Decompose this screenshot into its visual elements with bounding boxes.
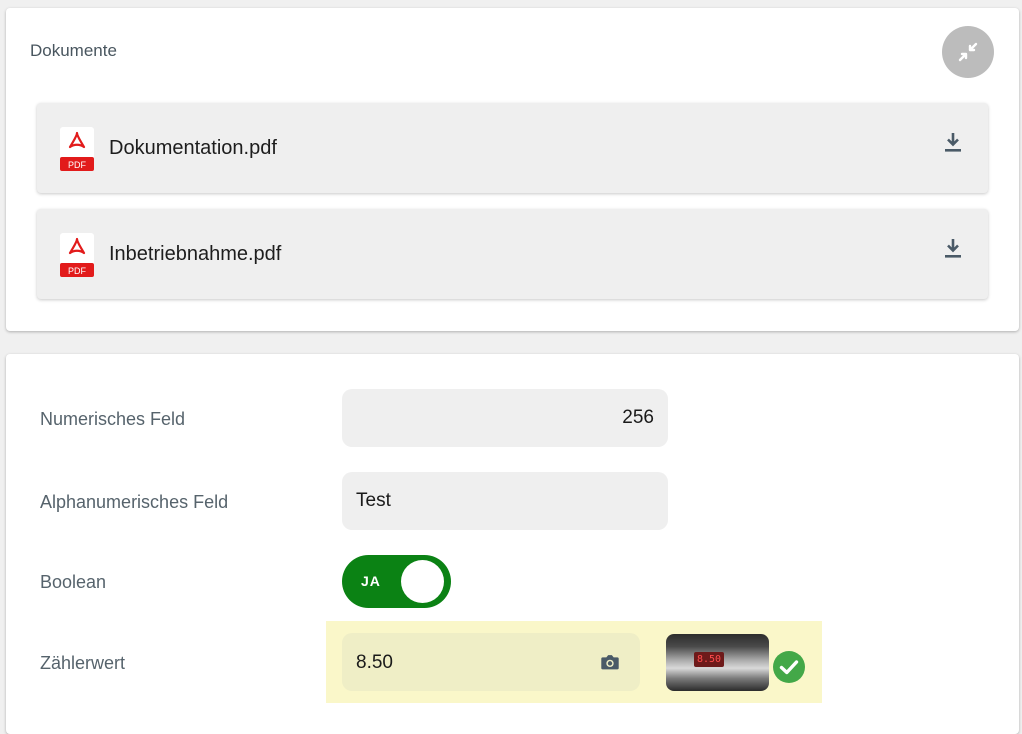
numeric-field-label: Numerisches Feld	[40, 409, 186, 429]
document-name: Dokumentation.pdf	[109, 137, 277, 159]
download-icon[interactable]	[941, 131, 965, 155]
document-name: Inbetriebnahme.pdf	[109, 243, 282, 265]
meter-field-input[interactable]: 8.50	[342, 633, 640, 691]
documents-card: Dokumente PDF Dokumentation.pdf PDF Inbe…	[6, 8, 1019, 331]
collapse-arrows-icon	[958, 42, 978, 62]
documents-title: Dokumente	[30, 41, 117, 60]
alphanumeric-field-label: Alphanumerisches Feld	[40, 492, 229, 512]
camera-icon[interactable]	[599, 651, 621, 673]
boolean-field-label: Boolean	[40, 572, 107, 592]
meter-row-highlight: 8.50 8.50	[326, 621, 822, 703]
document-item[interactable]: PDF Inbetriebnahme.pdf	[37, 209, 988, 299]
alphanumeric-field-value: Test	[356, 490, 391, 511]
toggle-label: JA	[361, 573, 381, 589]
boolean-toggle[interactable]: JA	[342, 555, 451, 608]
meter-photo-display: 8.50	[694, 652, 724, 667]
toggle-knob	[401, 560, 444, 603]
check-circle-icon	[773, 651, 805, 683]
meter-field-value: 8.50	[356, 652, 393, 673]
document-item[interactable]: PDF Dokumentation.pdf	[37, 103, 988, 193]
numeric-field-input[interactable]: 256	[342, 389, 668, 447]
meter-photo-thumbnail[interactable]: 8.50	[666, 634, 769, 691]
collapse-button[interactable]	[942, 26, 994, 78]
alphanumeric-field-input[interactable]: Test	[342, 472, 668, 530]
download-icon[interactable]	[941, 237, 965, 261]
numeric-field-value: 256	[622, 407, 654, 428]
pdf-badge-label: PDF	[68, 266, 87, 276]
meter-field-label: Zählerwert	[40, 653, 126, 673]
form-card: Numerisches Feld 256 Alphanumerisches Fe…	[6, 354, 1019, 734]
pdf-file-icon: PDF	[60, 233, 94, 277]
pdf-badge-label: PDF	[68, 160, 87, 170]
pdf-file-icon: PDF	[60, 127, 94, 171]
